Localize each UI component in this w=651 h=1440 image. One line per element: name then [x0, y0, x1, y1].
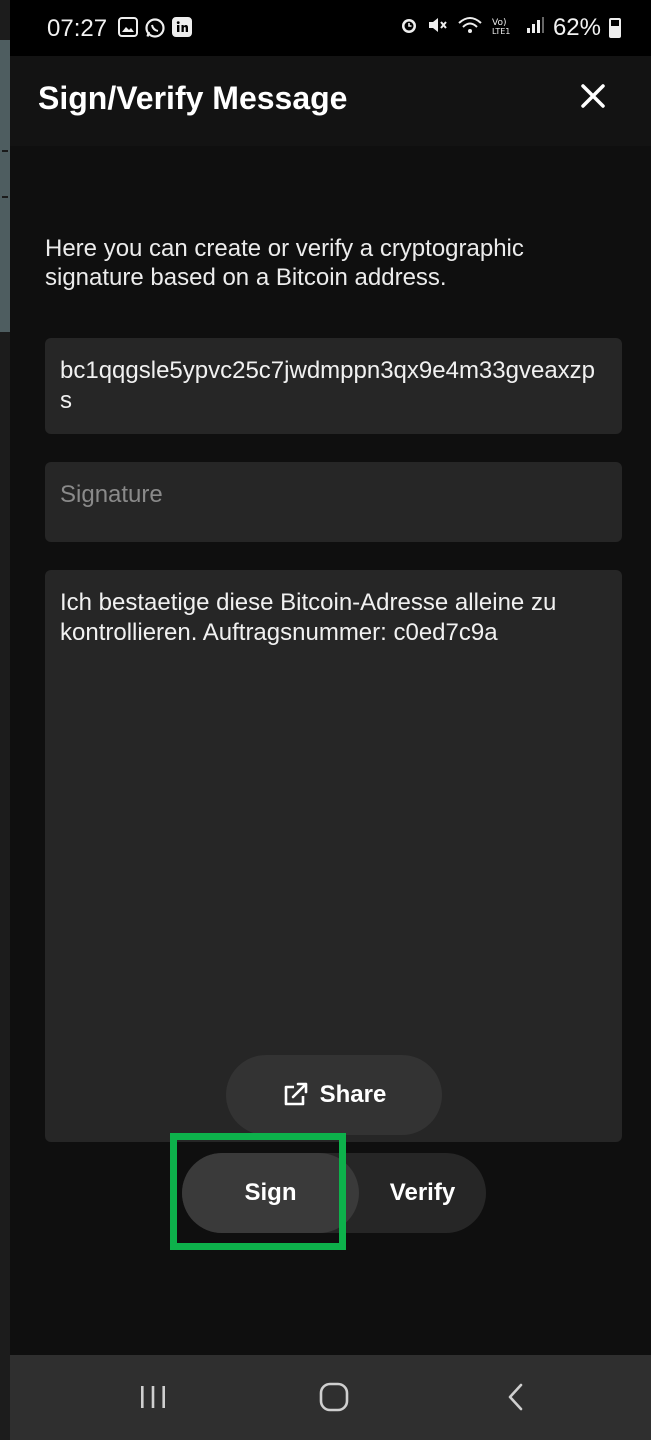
background-app-panel — [0, 40, 10, 332]
close-button[interactable] — [575, 78, 611, 114]
background-mark — [2, 196, 8, 198]
gallery-icon — [118, 17, 138, 37]
signature-placeholder: Signature — [60, 481, 163, 508]
highlight-box — [170, 1133, 346, 1250]
home-button[interactable] — [304, 1377, 364, 1417]
phone-screen: 07:27 Vo) LTE1 62% Sign/Verify Message H… — [10, 0, 651, 1440]
external-link-icon — [284, 1082, 307, 1106]
home-icon — [319, 1382, 349, 1412]
background-app-strip — [0, 0, 10, 1440]
signal-icon — [525, 14, 545, 42]
recents-icon — [141, 1386, 165, 1408]
svg-text:LTE1: LTE1 — [492, 27, 510, 36]
close-icon — [581, 84, 605, 108]
message-value: Ich bestaetige diese Bitcoin-Adresse all… — [60, 589, 557, 646]
back-icon — [508, 1383, 523, 1411]
verify-label: Verify — [389, 1179, 456, 1206]
share-button[interactable]: Share — [226, 1055, 442, 1135]
signature-field[interactable]: Signature — [45, 462, 622, 542]
linkedin-icon — [172, 17, 192, 37]
mute-icon — [427, 14, 449, 42]
whatsapp-icon — [144, 17, 166, 44]
system-nav-bar — [10, 1355, 651, 1440]
top-app-bar: Sign/Verify Message — [10, 56, 651, 146]
battery-percent: 62% — [552, 14, 601, 41]
intro-text: Here you can create or verify a cryptogr… — [45, 235, 524, 291]
volte-icon: Vo) LTE1 — [491, 16, 517, 41]
status-bar: 07:27 Vo) LTE1 62% — [10, 0, 651, 56]
system-status-icons: Vo) LTE1 62% — [399, 14, 621, 42]
page-title: Sign/Verify Message — [38, 80, 348, 116]
back-button[interactable] — [486, 1377, 546, 1417]
notification-icons — [118, 17, 192, 44]
status-time: 07:27 — [47, 15, 108, 42]
battery-icon — [609, 18, 621, 38]
alarm-icon — [399, 14, 419, 42]
verify-button[interactable]: Verify — [359, 1153, 486, 1233]
recents-button[interactable] — [123, 1377, 183, 1417]
background-mark — [2, 150, 8, 152]
address-field[interactable]: bc1qqgsle5ypvc25c7jwdmppn3qx9e4m33gveaxz… — [45, 338, 622, 434]
share-label: Share — [319, 1081, 387, 1108]
address-value: bc1qqgsle5ypvc25c7jwdmppn3qx9e4m33gveaxz… — [60, 357, 596, 414]
wifi-icon — [457, 14, 483, 42]
